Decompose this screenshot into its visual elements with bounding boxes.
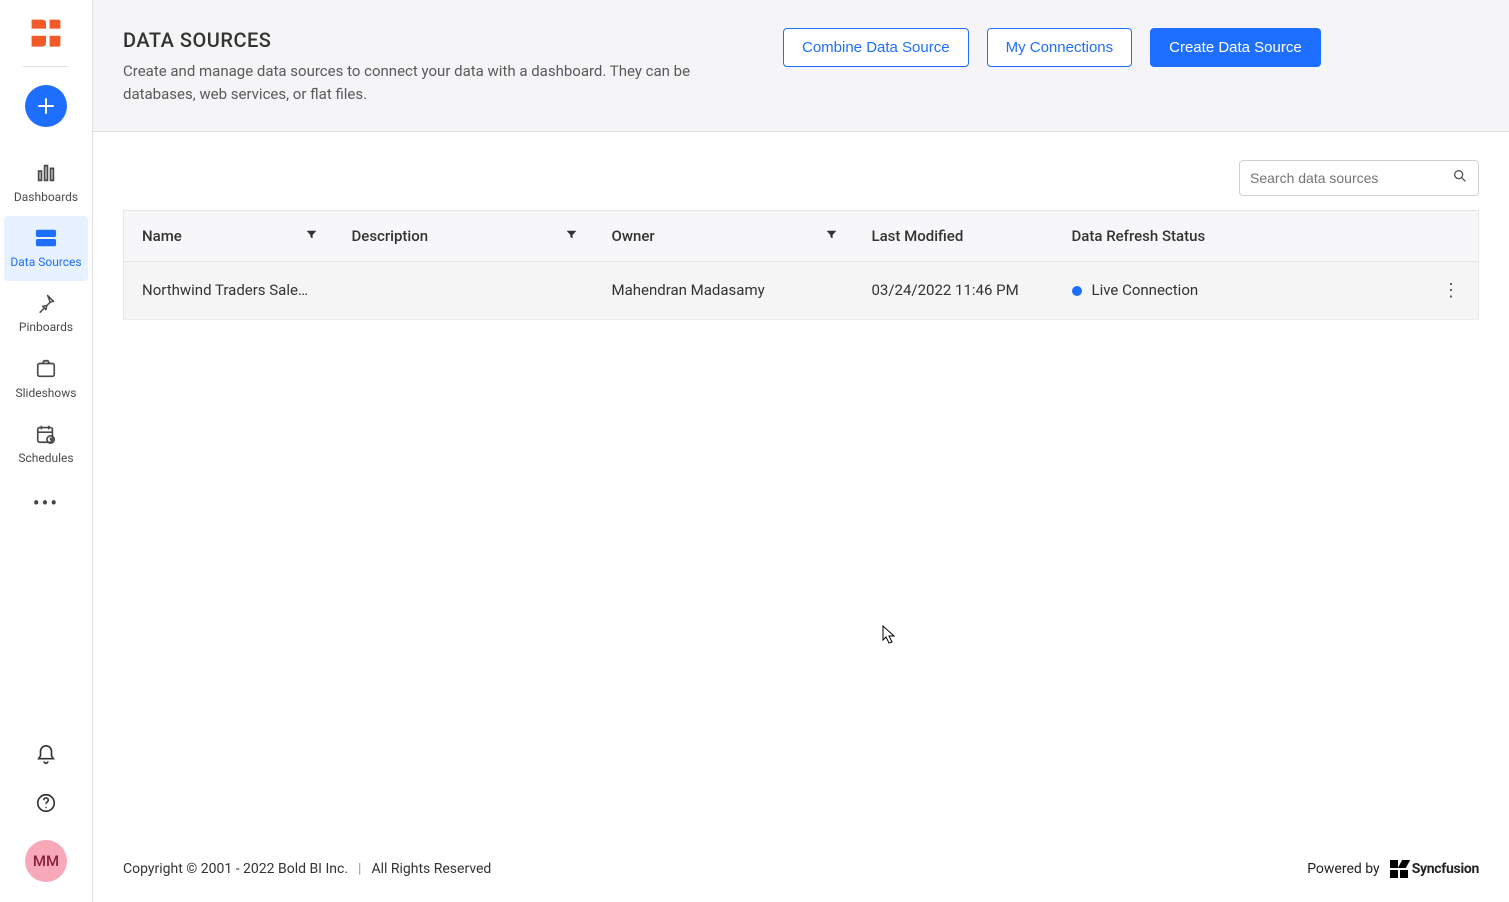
sidebar-item-label: Dashboards	[14, 191, 78, 204]
sidebar-item-slideshows[interactable]: Slideshows	[0, 347, 92, 412]
pinboards-icon	[36, 291, 56, 315]
sidebar-more-button[interactable]: •••	[0, 485, 92, 521]
sidebar-item-label: Data Sources	[10, 256, 81, 269]
data-sources-table: Name Description Owner	[123, 210, 1479, 320]
column-header-last-modified[interactable]: Last Modified	[872, 227, 964, 245]
divider	[23, 66, 69, 67]
search-icon	[1452, 168, 1468, 188]
create-data-source-button[interactable]: Create Data Source	[1150, 28, 1321, 67]
cell-refresh-status: Live Connection	[1092, 281, 1199, 299]
avatar-initials: MM	[33, 852, 59, 870]
plus-icon	[36, 96, 56, 116]
syncfusion-logo-text: Syncfusion	[1412, 861, 1479, 877]
slideshows-icon	[35, 357, 57, 381]
app-logo	[28, 16, 64, 52]
filter-icon[interactable]	[305, 227, 318, 245]
sidebar-item-label: Schedules	[18, 452, 73, 465]
cell-last-modified: 03/24/2022 11:46 PM	[872, 281, 1019, 299]
search-input[interactable]	[1250, 170, 1452, 186]
main-content: DATA SOURCES Create and manage data sour…	[93, 0, 1509, 902]
schedules-icon	[35, 422, 57, 446]
filter-icon[interactable]	[565, 227, 578, 245]
page-title: DATA SOURCES	[123, 28, 763, 52]
help-button[interactable]	[35, 792, 57, 818]
syncfusion-logo: Syncfusion	[1390, 860, 1479, 878]
bell-icon	[35, 744, 57, 766]
sidebar: Dashboards Data Sources Pinboards	[0, 0, 93, 902]
sidebar-item-data-sources[interactable]: Data Sources	[4, 216, 88, 281]
column-header-name[interactable]: Name	[142, 227, 182, 245]
notifications-button[interactable]	[35, 744, 57, 770]
syncfusion-logo-icon	[1390, 860, 1408, 878]
sidebar-nav: Dashboards Data Sources Pinboards	[0, 151, 92, 521]
column-header-owner[interactable]: Owner	[612, 227, 655, 245]
sidebar-item-dashboards[interactable]: Dashboards	[0, 151, 92, 216]
footer-powered-by: Powered by	[1307, 861, 1380, 877]
data-sources-icon	[34, 226, 58, 250]
help-icon	[35, 792, 57, 814]
more-horizontal-icon: •••	[33, 491, 59, 515]
page-header: DATA SOURCES Create and manage data sour…	[93, 0, 1509, 132]
more-vertical-icon: ⋮	[1442, 280, 1460, 301]
footer-rights: All Rights Reserved	[371, 861, 491, 877]
my-connections-button[interactable]: My Connections	[987, 28, 1133, 67]
row-actions-button[interactable]: ⋮	[1424, 261, 1479, 319]
cell-owner: Mahendran Madasamy	[612, 281, 765, 299]
sidebar-item-pinboards[interactable]: Pinboards	[0, 281, 92, 346]
column-header-refresh-status[interactable]: Data Refresh Status	[1072, 227, 1206, 245]
divider: |	[358, 861, 361, 877]
sidebar-item-schedules[interactable]: Schedules	[0, 412, 92, 477]
page-footer: Copyright © 2001 - 2022 Bold BI Inc. | A…	[93, 840, 1509, 902]
dashboards-icon	[35, 161, 57, 185]
search-box[interactable]	[1239, 160, 1479, 196]
cell-name: Northwind Traders Sale…	[142, 281, 316, 299]
column-header-description[interactable]: Description	[352, 227, 429, 245]
sidebar-item-label: Slideshows	[16, 387, 77, 400]
filter-icon[interactable]	[825, 227, 838, 245]
table-row[interactable]: Northwind Traders Sale… Mahendran Madasa…	[124, 261, 1479, 319]
page-subtitle: Create and manage data sources to connec…	[123, 60, 763, 107]
user-avatar[interactable]: MM	[25, 840, 67, 882]
combine-data-source-button[interactable]: Combine Data Source	[783, 28, 969, 67]
live-status-dot	[1072, 286, 1082, 296]
toolbar	[93, 132, 1509, 210]
footer-copyright: Copyright © 2001 - 2022 Bold BI Inc.	[123, 861, 348, 877]
sidebar-item-label: Pinboards	[19, 321, 73, 334]
create-new-button[interactable]	[25, 85, 67, 127]
